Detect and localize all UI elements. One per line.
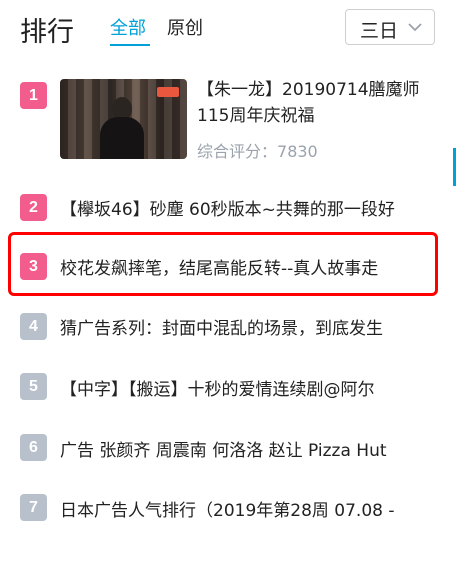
score-value: 7830 — [277, 142, 318, 161]
highlight-box — [8, 232, 438, 296]
item-title[interactable]: 【朱一龙】20190714膳魔师115周年庆祝福 — [197, 77, 442, 129]
item-title[interactable]: 【中字】【搬运】十秒的爱情连续剧@阿尔 — [60, 375, 432, 400]
tab-original[interactable]: 原创 — [167, 14, 203, 40]
ranking-header: 排行 全部 原创 三日 — [0, 0, 456, 55]
period-select-value: 三日 — [360, 20, 399, 42]
rank-badge: 1 — [20, 82, 47, 109]
rank-badge: 7 — [20, 494, 47, 521]
period-select[interactable]: 三日 — [345, 9, 435, 45]
rank-badge: 6 — [20, 434, 47, 461]
active-tab-indicator — [110, 44, 150, 46]
item-title[interactable]: 猜广告系列：封面中混乱的场景，到底发生 — [60, 314, 432, 339]
rank-badge: 2 — [20, 194, 47, 221]
page-title: 排行 — [20, 17, 74, 48]
score-label: 综合评分： — [197, 142, 278, 161]
item-score: 综合评分：7830 — [197, 138, 318, 162]
item-title[interactable]: 【欅坂46】砂塵 60秒版本~共舞的那一段好 — [60, 195, 432, 220]
item-title[interactable]: 日本广告人气排行（2019年第28周 07.08 - — [60, 496, 432, 521]
video-thumbnail[interactable] — [60, 79, 187, 159]
rank-badge: 5 — [20, 373, 47, 400]
rank-badge: 4 — [20, 313, 47, 340]
item-title[interactable]: 广告 张颜齐 周震南 何洛洛 赵让 Pizza Hut — [60, 436, 432, 461]
tab-all[interactable]: 全部 — [110, 14, 146, 40]
chevron-down-icon — [408, 23, 422, 32]
